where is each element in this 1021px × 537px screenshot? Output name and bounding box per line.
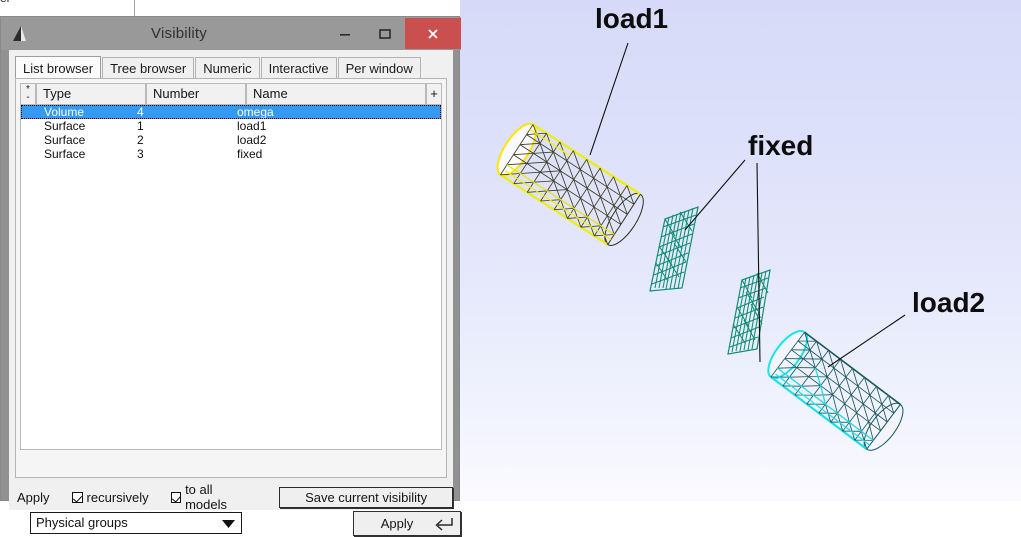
table-row[interactable]: Surface 2 load2 (21, 133, 441, 147)
entity-type-value: Physical groups (36, 515, 128, 530)
cell-type: Surface (44, 119, 86, 133)
cell-type: Volume (44, 105, 85, 119)
apply-button-label: Apply (380, 516, 414, 531)
leader-line-fixed-b (756, 162, 761, 363)
return-arrow-icon (430, 516, 456, 532)
load2-cylinder (767, 330, 904, 451)
mesh-scene: load1 fixed load2 (496, 3, 985, 451)
tab-per-window[interactable]: Per window (337, 57, 421, 79)
leader-line-fixed-a (684, 159, 746, 231)
close-button[interactable] (405, 18, 461, 49)
save-current-visibility-button[interactable]: Save current visibility (279, 486, 453, 508)
cell-type: Surface (44, 147, 86, 161)
dialog-client-area: List browser Tree browser Numeric Intera… (9, 50, 461, 536)
viewport-label-load1: load1 (595, 3, 668, 34)
table-header: * - Type Number Name + (20, 83, 442, 105)
close-icon (428, 28, 438, 39)
dialog-footer: Apply recursively to all models Save cur… (9, 482, 453, 512)
checkbox-to-all-models[interactable]: to all models (170, 482, 254, 512)
column-header-add[interactable]: + (426, 83, 442, 105)
viewport-label-load2: load2 (912, 287, 985, 318)
tab-interactive[interactable]: Interactive (260, 57, 337, 79)
graphics-viewport[interactable]: load1 fixed load2 (460, 0, 1021, 501)
tab-page-list-browser: * - Type Number Name + Volume 4 omega Su… (15, 78, 461, 536)
entity-type-select[interactable]: Physical groups (30, 512, 242, 534)
column-header-number[interactable]: Number (146, 83, 246, 105)
minimize-icon (340, 33, 350, 36)
cell-name: fixed (237, 147, 263, 161)
cell-name: load2 (237, 133, 267, 147)
tab-tree-browser[interactable]: Tree browser (102, 57, 195, 79)
checkbox-recursively-label: recursively (86, 489, 149, 505)
gmsh-triangle-icon (7, 21, 33, 47)
maximize-button[interactable] (365, 18, 405, 49)
table-row[interactable]: Volume 4 omega (21, 105, 441, 119)
dialog-title: Visibility (151, 25, 207, 42)
entity-list[interactable]: Volume 4 omega Surface 1 load1 Surface 2… (20, 105, 442, 450)
column-header-name[interactable]: Name (246, 83, 426, 105)
fixed-surface-b (727, 269, 771, 355)
fixed-surface-a (649, 206, 699, 292)
leader-line-load2 (827, 314, 906, 368)
cell-type: Surface (44, 133, 86, 147)
checkbox-to-all-models-label: to all models (185, 482, 227, 512)
sort-dash-glyph: - (26, 92, 30, 103)
cell-name: omega (237, 105, 274, 119)
chevron-down-icon[interactable] (217, 515, 239, 531)
background-window-text: er (0, 0, 11, 5)
load1-cylinder (496, 122, 644, 246)
maximize-icon (379, 28, 391, 39)
column-header-sort[interactable]: * - (20, 83, 36, 105)
minimize-button[interactable] (325, 18, 365, 49)
viewport-label-fixed: fixed (748, 130, 813, 161)
tab-list-browser[interactable]: List browser (15, 56, 102, 79)
cell-name: load1 (237, 119, 267, 133)
checkbox-recursively[interactable]: recursively (71, 489, 149, 505)
visibility-dialog[interactable]: Visibility List browser Tree browser Num… (0, 16, 461, 536)
dialog-titlebar[interactable]: Visibility (1, 17, 461, 50)
tab-numeric[interactable]: Numeric (195, 57, 260, 79)
apply-button[interactable]: Apply (353, 511, 461, 536)
column-header-type[interactable]: Type (36, 83, 146, 105)
cell-number: 4 (137, 105, 144, 119)
leader-line-load1 (589, 42, 629, 156)
cell-number: 3 (137, 147, 144, 161)
cell-number: 2 (137, 133, 144, 147)
cell-number: 1 (137, 119, 144, 133)
tab-strip: List browser Tree browser Numeric Intera… (15, 56, 447, 79)
footer-apply-label: Apply (17, 489, 50, 505)
table-row[interactable]: Surface 3 fixed (21, 147, 441, 161)
table-row[interactable]: Surface 1 load1 (21, 119, 441, 133)
